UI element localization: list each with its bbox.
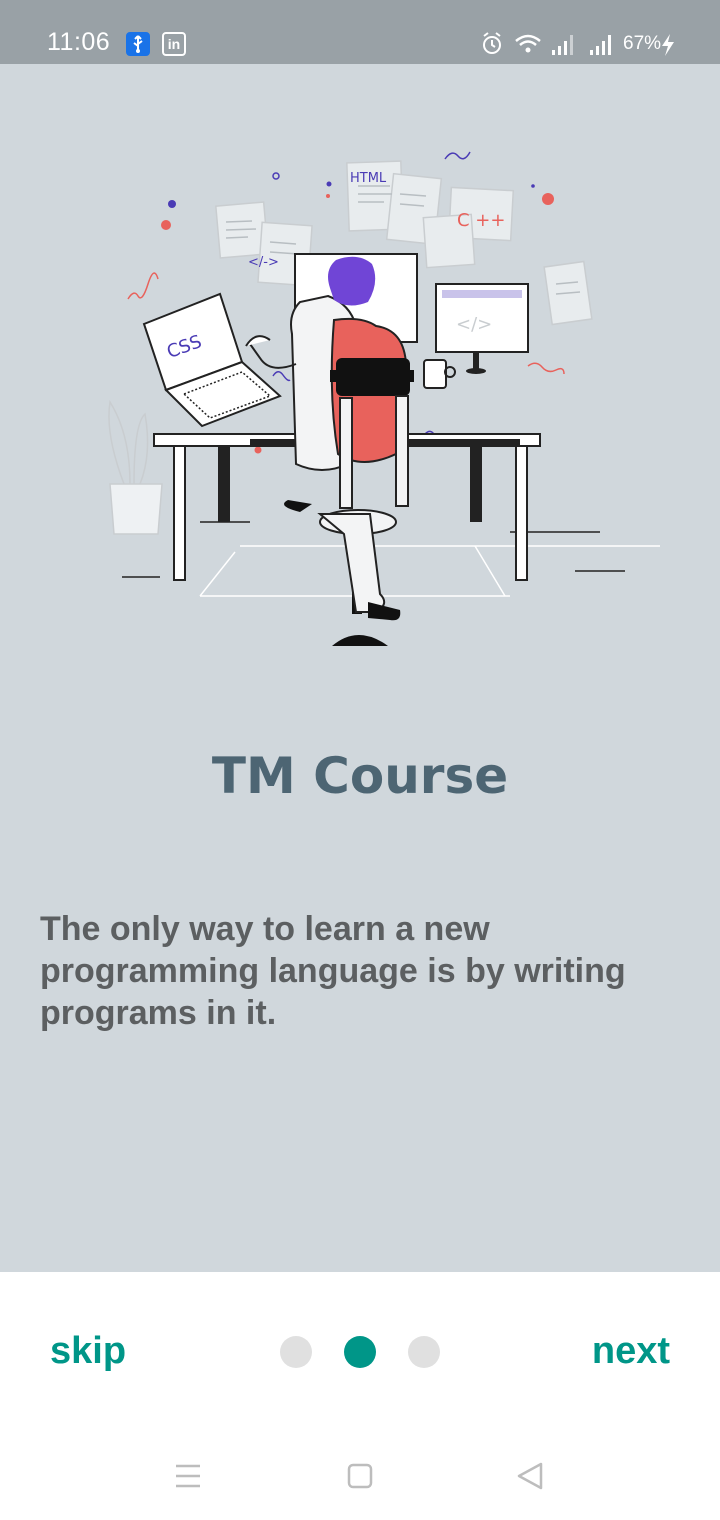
page-indicator-dot-active[interactable] [344, 1336, 376, 1368]
status-time: 11:06 [47, 28, 111, 56]
status-bar: 11:06 in 67% [0, 0, 720, 64]
home-icon[interactable] [347, 1463, 373, 1489]
charging-icon [662, 34, 674, 56]
usb-icon [126, 32, 150, 56]
code-tag-label: </-> [248, 255, 279, 270]
signal-icon [552, 35, 573, 55]
signal-icon [590, 35, 611, 55]
page-title: TM Course [211, 747, 509, 805]
html-label: HTML [350, 171, 387, 186]
onboarding-page: HTML C ++ </-> CSS </> TM Course The onl… [0, 64, 720, 1272]
back-icon[interactable] [517, 1462, 543, 1490]
next-button[interactable]: next [592, 1330, 670, 1373]
cpp-label: C ++ [457, 210, 505, 231]
menu-icon[interactable] [176, 1464, 200, 1488]
alarm-icon [483, 32, 501, 54]
page-indicator-dot[interactable] [280, 1336, 312, 1368]
battery-level: 67% [623, 33, 662, 54]
skip-button[interactable]: skip [50, 1330, 126, 1373]
page-indicator-dot[interactable] [408, 1336, 440, 1368]
programmer-illustration: HTML C ++ </-> CSS </> [108, 151, 660, 646]
wifi-icon [515, 34, 541, 53]
code-tag-label-2: </> [456, 314, 492, 335]
linkedin-icon: in [162, 32, 186, 56]
system-nav-bar [176, 1462, 543, 1490]
page-description: The only way to learn a new programming … [40, 910, 626, 1032]
